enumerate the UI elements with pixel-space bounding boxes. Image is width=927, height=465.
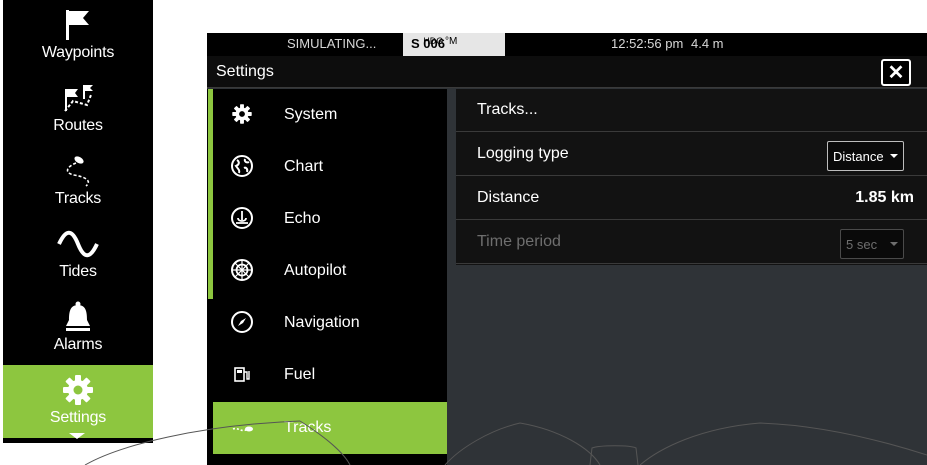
category-tracks[interactable]: Tracks: [213, 402, 447, 454]
fuel-pump-icon: [229, 361, 255, 387]
bell-icon: [53, 296, 103, 338]
sidebar-item-routes[interactable]: Routes: [3, 73, 153, 146]
sidebar-item-label: Alarms: [53, 336, 103, 353]
tracks-settings-panel: Tracks... Logging type Distance Distance…: [456, 89, 927, 265]
globe-icon: [229, 153, 255, 179]
category-label: Navigation: [284, 314, 360, 331]
sidebar-item-settings[interactable]: Settings: [3, 365, 153, 439]
category-fuel[interactable]: Fuel: [213, 349, 447, 401]
selected-indicator: [69, 433, 85, 439]
sidebar-item-tracks[interactable]: Tracks: [3, 146, 153, 219]
sidebar-item-alarms[interactable]: Alarms: [3, 292, 153, 365]
sidebar-item-tides[interactable]: Tides: [3, 219, 153, 292]
distance-value: 1.85 km: [855, 189, 914, 206]
sidebar-item-label: Settings: [49, 409, 107, 426]
time-period-row: Time period 5 sec: [456, 221, 927, 264]
time-period-dropdown[interactable]: 5 sec: [840, 229, 904, 259]
category-label: Fuel: [284, 366, 316, 383]
category-echo[interactable]: Echo: [213, 193, 447, 245]
category-chart[interactable]: Chart: [213, 141, 447, 193]
heading-label: HDG: [423, 36, 444, 46]
heading-source: S: [411, 36, 420, 51]
helm-icon: [229, 257, 255, 283]
logging-type-label: Logging type: [477, 145, 569, 162]
heading-unit: °M: [445, 36, 458, 47]
sidebar-item-label: Routes: [53, 117, 103, 134]
flag-icon: [53, 4, 103, 46]
chevron-down-icon: [890, 154, 898, 158]
sidebar-item-waypoints[interactable]: Waypoints: [3, 0, 153, 73]
compass-icon: [229, 309, 255, 335]
time-period-value: 5 sec: [846, 237, 878, 252]
depth-readout: 4.4 m: [691, 36, 724, 51]
category-label: Chart: [284, 158, 324, 175]
close-icon: ✕: [887, 62, 905, 84]
status-bar: SIMULATING... S HDG 006 °M 12:52:56 pm 4…: [207, 33, 927, 56]
app-sidebar: Waypoints Routes Tracks Tides Alarms Set…: [3, 0, 153, 443]
close-button[interactable]: ✕: [881, 59, 911, 86]
chevron-down-icon: [890, 242, 898, 246]
sidebar-item-label: Tracks: [54, 190, 102, 207]
time-period-label: Time period: [477, 233, 561, 250]
dialog-title: Settings: [216, 63, 274, 80]
category-system[interactable]: System: [213, 89, 447, 141]
clock: 12:52:56 pm: [611, 36, 684, 51]
category-label: System: [284, 106, 338, 123]
category-navigation[interactable]: Navigation: [213, 297, 447, 349]
logging-type-value: Distance: [833, 149, 884, 164]
wave-icon: [53, 223, 103, 265]
echo-icon: [229, 205, 255, 231]
dialog-title-bar: Settings: [207, 56, 927, 88]
track-icon: [53, 150, 103, 192]
track-icon: [229, 414, 255, 440]
gear-icon: [53, 369, 103, 411]
tracks-link[interactable]: Tracks...: [477, 101, 538, 119]
route-flags-icon: [53, 77, 103, 119]
distance-label: Distance: [477, 189, 540, 206]
sidebar-item-label: Tides: [59, 263, 97, 280]
distance-row[interactable]: Distance 1.85 km: [456, 177, 927, 220]
gear-icon: [229, 101, 255, 127]
category-label: Autopilot: [284, 262, 347, 279]
category-label: Echo: [284, 210, 321, 227]
category-autopilot[interactable]: Autopilot: [213, 245, 447, 297]
category-label: Tracks: [284, 419, 332, 436]
logging-type-row: Logging type Distance: [456, 133, 927, 176]
heading-readout: S HDG 006 °M: [403, 33, 505, 56]
sidebar-item-label: Waypoints: [41, 44, 115, 61]
logging-type-dropdown[interactable]: Distance: [827, 141, 904, 171]
tracks-link-row[interactable]: Tracks...: [456, 89, 927, 132]
settings-screen: SIMULATING... S HDG 006 °M 12:52:56 pm 4…: [207, 33, 927, 465]
list-scroll-indicator[interactable]: [208, 89, 213, 299]
settings-category-list: System Chart Echo Autopilot Navigation F…: [207, 89, 447, 465]
simulating-indicator: SIMULATING...: [287, 36, 377, 51]
